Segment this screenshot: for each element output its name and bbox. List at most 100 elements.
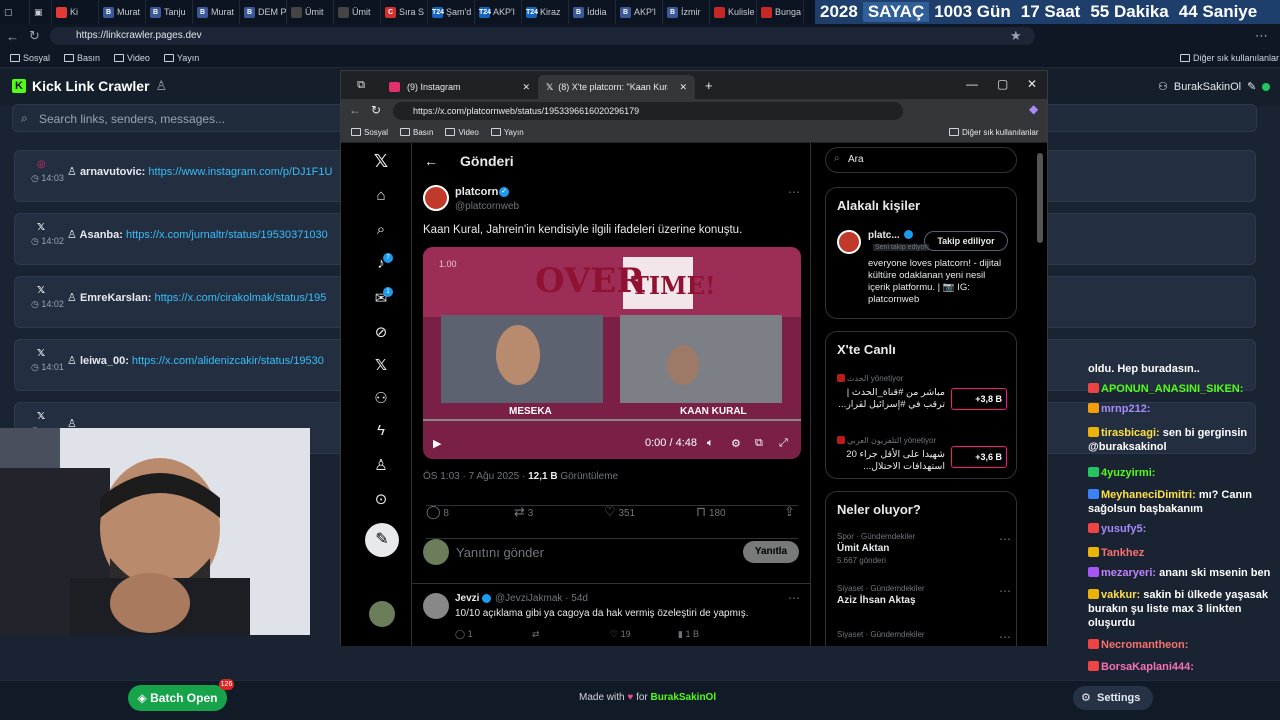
reply-reply-count[interactable]: ◯ 1 [455, 629, 473, 640]
chat-username[interactable]: MeyhaneciDimitri: [1101, 489, 1196, 501]
outer-tab[interactable]: T24 Kiraz [522, 0, 569, 24]
inner-url-field[interactable]: https://x.com/platcornweb/status/1953396… [393, 102, 903, 120]
outer-tab[interactable]: B Murat [193, 0, 240, 24]
outer-tab[interactable]: Ümit [287, 0, 334, 24]
bookmark-folder-basin[interactable]: Basın [400, 128, 433, 137]
tab-x-post[interactable]: 𝕏 (8) X'te platcorn: "Kaan Kural, Jahr ✕ [538, 75, 695, 99]
outer-tab[interactable]: T24 Şam'd [428, 0, 475, 24]
author-handle[interactable]: @platcornweb [455, 201, 519, 212]
scrollbar-thumb[interactable] [1037, 153, 1043, 243]
trend-item[interactable]: Spor · Gündemdekiler Ümit Aktan 5.667 gö… [837, 532, 1011, 565]
video-player[interactable]: 1.00 OVER TIME! MESEKA KAAN KURAL ▶ 0:00… [423, 247, 801, 459]
verified-orgs-icon[interactable]: ϟ [371, 422, 391, 439]
window-menu-icon[interactable]: ▢ [0, 0, 30, 24]
more-circle-icon[interactable]: ⊙ [371, 490, 391, 508]
author-name[interactable]: platcorn [455, 186, 498, 198]
grok-icon[interactable]: ⊘ [371, 323, 391, 341]
live-item[interactable]: التلفزيون العربي yönetiyor شهيدا على الأ… [837, 432, 1015, 473]
live-item[interactable]: الحدث yönetiyor مباشر من #قناة_الحدث | ت… [837, 370, 1015, 411]
trend-more-icon[interactable]: ⋯ [999, 584, 1011, 598]
video-settings-icon[interactable]: ⚙ [731, 437, 741, 450]
maximize-icon[interactable]: ▢ [997, 77, 1008, 91]
tab-actions-icon[interactable]: ▣ [30, 0, 52, 24]
chat-username[interactable]: Necromantheon: [1101, 639, 1188, 651]
outer-tab[interactable]: B DEM P [240, 0, 287, 24]
favorite-star-icon[interactable]: ★ [1010, 28, 1022, 44]
bookmark-folder-video[interactable]: Video [114, 53, 150, 63]
outer-tab[interactable]: Ümit [334, 0, 381, 24]
chat-username[interactable]: BorsaKaplani444: [1101, 661, 1194, 673]
reply-author-name[interactable]: Jevzi [455, 593, 479, 604]
x-logo-icon[interactable]: 𝕏 [371, 151, 391, 172]
play-icon[interactable]: ▶ [433, 437, 441, 450]
tab-instagram[interactable]: (9) Instagram ✕ [381, 75, 538, 99]
platcorn-avatar[interactable] [423, 185, 449, 211]
outer-tab[interactable]: T24 AKP'l [475, 0, 522, 24]
outer-tab[interactable]: B Murat [99, 0, 146, 24]
settings-button[interactable]: ⚙ Settings [1073, 686, 1153, 710]
reload-icon[interactable]: ↻ [371, 103, 381, 117]
user-info[interactable]: ⚇ BurakSakinOl ✎ [1158, 80, 1271, 93]
workspaces-icon[interactable]: ⧉ [341, 79, 381, 92]
trend-item[interactable]: Siyaset · Gündemdekiler Aziz İhsan Aktaş… [837, 584, 1011, 606]
chat-username[interactable]: mrnp212: [1101, 403, 1151, 415]
bookmark-action[interactable]: ⊓ 180 [696, 504, 726, 520]
compose-post-button[interactable]: ✎ [365, 523, 399, 557]
trophy-icon[interactable]: ♙ [156, 78, 168, 94]
profile-icon[interactable]: ♙ [371, 456, 391, 474]
reply-more-icon[interactable]: ⋯ [788, 591, 800, 605]
chat-username[interactable]: 4yuzyirmi: [1101, 467, 1155, 479]
chat-username[interactable]: yusufy5: [1101, 523, 1146, 535]
reply-like[interactable]: ♡ 19 [610, 629, 631, 640]
outer-tab[interactable]: Ki [52, 0, 99, 24]
link-url[interactable]: https://x.com/alidenizcakir/status/19530 [132, 355, 324, 367]
outer-tab[interactable]: B Tanju [146, 0, 193, 24]
minimize-icon[interactable]: — [966, 77, 978, 91]
outer-tab[interactable]: B İddia [569, 0, 616, 24]
chat-username[interactable]: mezaryeri: [1101, 567, 1156, 579]
fullscreen-icon[interactable]: ⤢ [779, 437, 788, 450]
new-tab-icon[interactable]: + [705, 78, 713, 93]
related-avatar[interactable] [837, 230, 861, 254]
outer-tab[interactable]: Kulisle [710, 0, 757, 24]
reply-button[interactable]: Yanıtla [743, 541, 799, 563]
following-button[interactable]: Takip ediliyor [924, 231, 1008, 251]
premium-x-icon[interactable]: 𝕏 [371, 356, 391, 374]
reply-views[interactable]: ▮ 1 B [678, 629, 699, 640]
communities-icon[interactable]: ⚇ [371, 389, 391, 407]
post-more-icon[interactable]: ⋯ [788, 185, 800, 199]
trend-more-icon[interactable]: ⋯ [999, 630, 1011, 644]
bookmark-folder-video[interactable]: Video [445, 128, 479, 137]
outer-url-field[interactable]: https://linkcrawler.pages.dev [50, 27, 1035, 45]
x-search-input[interactable]: ⌕ Ara [825, 147, 1017, 173]
chat-username[interactable]: APONUN_ANASINI_SIKEN: [1101, 383, 1243, 395]
chat-username[interactable]: vakkur: [1101, 589, 1140, 601]
outer-tab[interactable]: B İzmir [663, 0, 710, 24]
back-icon[interactable]: ← [349, 103, 361, 117]
copilot-icon[interactable]: ◆ [1029, 102, 1038, 116]
close-icon[interactable]: ✕ [522, 82, 530, 93]
chat-username[interactable]: tirasbicagi: [1101, 427, 1160, 439]
back-icon[interactable]: ← [6, 29, 19, 44]
account-avatar[interactable] [369, 601, 395, 627]
batch-open-button[interactable]: ◈ Batch Open [128, 685, 227, 711]
volume-icon[interactable]: 🔈︎ [707, 437, 714, 450]
reply-input[interactable]: Yanıtını gönder [456, 545, 544, 560]
bookmark-folder-sosyal[interactable]: Sosyal [351, 128, 388, 137]
repost-action[interactable]: ⇄ 3 [514, 504, 533, 520]
window-close-icon[interactable]: ✕ [1027, 77, 1037, 91]
trend-item[interactable]: Siyaset · Gündemdekiler ⋯ [837, 630, 1011, 644]
pip-icon[interactable]: ⧉ [755, 437, 763, 450]
chat-username[interactable]: Tankhez [1101, 547, 1144, 559]
more-menu-icon[interactable]: ⋯ [1255, 28, 1268, 44]
bookmark-folder-sosyal[interactable]: Sosyal [10, 53, 50, 63]
bookmark-folder-yayin[interactable]: Yayın [163, 53, 199, 63]
reply-repost-icon[interactable]: ⇄ [532, 629, 540, 640]
share-icon[interactable]: ⇪ [784, 504, 795, 520]
close-icon[interactable]: ✕ [679, 82, 687, 93]
outer-tab[interactable]: B AKP'l [616, 0, 663, 24]
outer-tab[interactable]: C Sıra S [381, 0, 428, 24]
link-url[interactable]: https://www.instagram.com/p/DJ1F1U [148, 166, 332, 178]
jevzi-avatar[interactable] [423, 593, 449, 619]
related-name[interactable]: platc... [868, 230, 900, 241]
